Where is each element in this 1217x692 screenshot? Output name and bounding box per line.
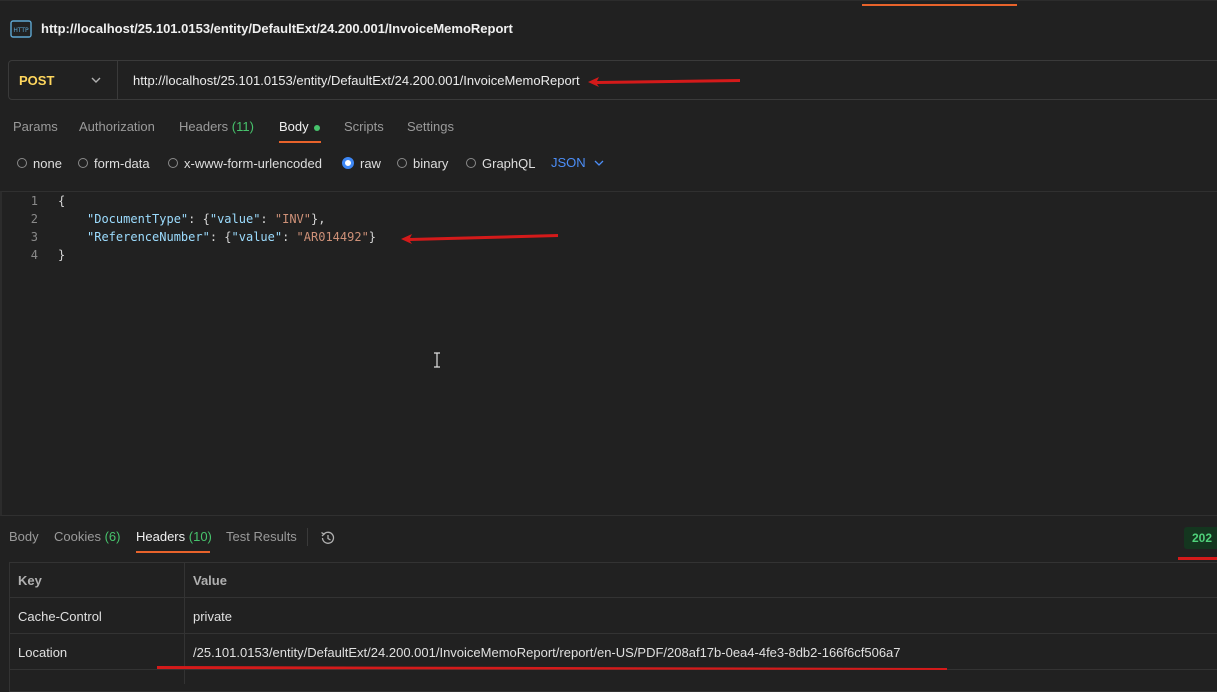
http-icon: HTTP [10,20,32,38]
radio-none-label: none [33,155,62,171]
tab-body-underline [279,141,321,143]
table-row: Cache-Control private [9,598,1217,634]
divider [307,528,308,546]
line-number: 3 [30,230,38,244]
json-string: "INV" [274,212,311,226]
header-key: Cache-Control [18,609,102,624]
url-input[interactable]: http://localhost/25.101.0153/entity/Defa… [133,73,580,88]
header-value[interactable]: /25.101.0153/entity/DefaultExt/24.200.00… [193,645,901,660]
table-header-row: Key Value [9,562,1217,598]
status-badge[interactable]: 202 [1184,527,1217,549]
code-line-2[interactable]: "DocumentType": {"value": "INV"}, [87,212,325,226]
json-punct: : { [209,230,232,244]
response-tab-cookies-count: (6) [104,529,121,544]
radio-raw[interactable]: raw [342,155,381,171]
tab-headers-count: (11) [231,119,254,134]
header-key: Location [18,645,68,660]
radio-urlencoded[interactable]: x-www-form-urlencoded [168,155,322,171]
line-number: 2 [30,212,38,226]
line-number: 1 [30,194,38,208]
tab-headers-label: Headers [179,119,229,134]
radio-circle[interactable] [17,158,27,168]
radio-none[interactable]: none [17,155,62,171]
response-tab-cookies[interactable]: Cookies (6) [54,529,120,544]
radio-circle[interactable] [397,158,407,168]
json-punct: } [368,230,377,244]
response-tab-headers[interactable]: Headers (10) [136,529,212,544]
request-title[interactable]: http://localhost/25.101.0153/entity/Defa… [41,21,513,36]
response-tab-test-results[interactable]: Test Results [226,529,297,544]
json-key: "value" [231,230,283,244]
radio-binary-label: binary [413,155,449,171]
radio-graphql[interactable]: GraphQL [466,155,535,171]
active-tab-indicator [862,4,1017,6]
response-tab-cookies-label: Cookies [54,529,101,544]
annotation-arrow [588,77,740,87]
response-tab-headers-count: (10) [188,529,212,544]
json-punct: : { [188,212,210,226]
radio-binary[interactable]: binary [397,155,448,171]
radio-urlencoded-label: x-www-form-urlencoded [184,155,322,171]
radio-circle-selected[interactable] [342,157,354,169]
response-tab-body[interactable]: Body [9,529,39,544]
radio-graphql-label: GraphQL [482,155,536,171]
text-cursor-icon [434,352,440,368]
response-tab-underline [136,551,210,553]
chevron-down-icon [594,160,604,166]
code-line-4[interactable]: } [58,248,65,262]
history-icon[interactable] [319,529,337,547]
radio-form-data-label: form-data [94,155,150,171]
tab-settings[interactable]: Settings [407,119,454,134]
tab-scripts[interactable]: Scripts [344,119,384,134]
radio-form-data[interactable]: form-data [78,155,150,171]
format-label: JSON [551,155,586,170]
svg-text:HTTP: HTTP [13,27,29,34]
annotation-underline [157,666,947,670]
json-key: "value" [209,212,261,226]
tab-body[interactable]: Body [279,119,309,134]
header-value: private [193,609,233,624]
tab-headers[interactable]: Headers (11) [179,119,254,134]
chevron-down-icon[interactable] [90,74,102,86]
json-string: "AR014492" [296,230,369,244]
code-line-3[interactable]: "ReferenceNumber": {"value": "AR014492"} [87,230,376,244]
format-dropdown[interactable]: JSON [551,155,604,170]
json-key: "DocumentType" [87,212,189,226]
tab-authorization[interactable]: Authorization [79,119,155,134]
radio-circle[interactable] [78,158,88,168]
json-punct: : [260,212,275,226]
json-punct: }, [311,212,326,226]
radio-raw-label: raw [360,155,381,171]
column-header-value: Value [193,573,227,588]
line-number: 4 [30,248,38,262]
annotation-underline [1178,557,1217,560]
tab-params[interactable]: Params [13,119,58,134]
radio-circle[interactable] [168,158,178,168]
code-line-1[interactable]: { [58,194,65,208]
body-modified-dot [314,125,320,131]
response-tab-headers-label: Headers [136,529,186,544]
method-label[interactable]: POST [19,73,54,88]
column-header-key: Key [18,573,42,588]
radio-circle[interactable] [466,158,476,168]
json-punct: : [282,230,297,244]
json-key: "ReferenceNumber" [87,230,210,244]
annotation-arrow [401,234,558,244]
